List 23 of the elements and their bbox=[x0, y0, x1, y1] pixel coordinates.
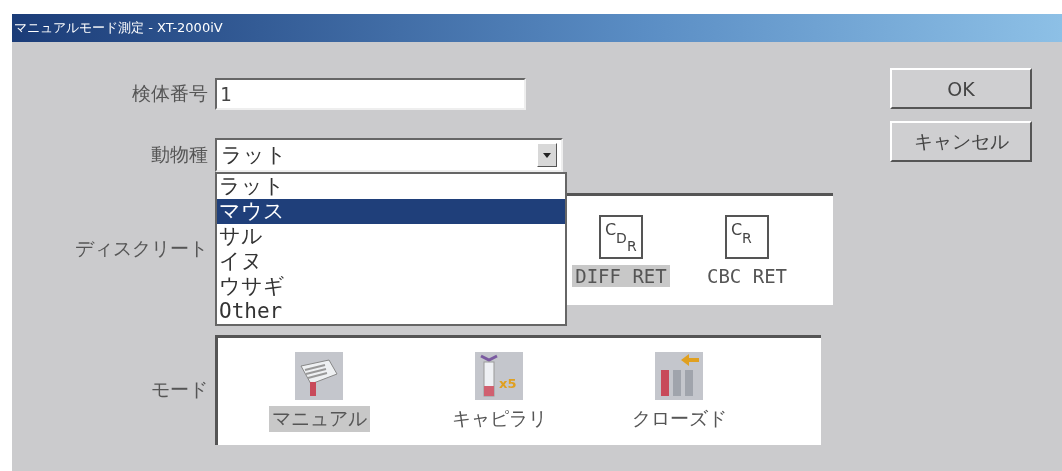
field-label: 動物種 bbox=[150, 142, 209, 167]
dropdown-arrow-icon bbox=[543, 152, 551, 158]
dropdown-option[interactable]: Other bbox=[217, 299, 565, 324]
discrete-option[interactable]: DIFF RET bbox=[572, 264, 670, 287]
capillary-tube-icon: x5 bbox=[475, 351, 523, 400]
dropdown-option[interactable]: イヌ bbox=[217, 249, 565, 274]
tube-holder-icon bbox=[295, 351, 343, 400]
dropdown-option[interactable]: ラット bbox=[217, 174, 565, 199]
mode-option[interactable]: クローズド bbox=[628, 405, 730, 432]
field-label: モード bbox=[150, 377, 209, 402]
dropdown-option[interactable]: ウサギ bbox=[217, 274, 565, 299]
field-label: 検体番号 bbox=[131, 81, 209, 106]
ok-button[interactable]: OK bbox=[890, 68, 1032, 109]
dropdown-option[interactable]: サル bbox=[217, 224, 565, 249]
window-title: マニュアルモード測定 - XT-2000iV bbox=[12, 14, 1062, 42]
mode-option[interactable]: マニュアル bbox=[268, 405, 370, 432]
field-label: ディスクリート bbox=[74, 236, 209, 261]
cancel-button[interactable]: キャンセル bbox=[890, 121, 1032, 162]
dropdown-option[interactable]: マウス bbox=[217, 199, 565, 224]
mode-option[interactable]: キャピラリ bbox=[448, 405, 550, 432]
discrete-option[interactable]: CBC RET bbox=[703, 264, 791, 287]
sample-number-field[interactable]: 1 bbox=[215, 78, 526, 110]
tube-rack-icon bbox=[655, 351, 703, 400]
